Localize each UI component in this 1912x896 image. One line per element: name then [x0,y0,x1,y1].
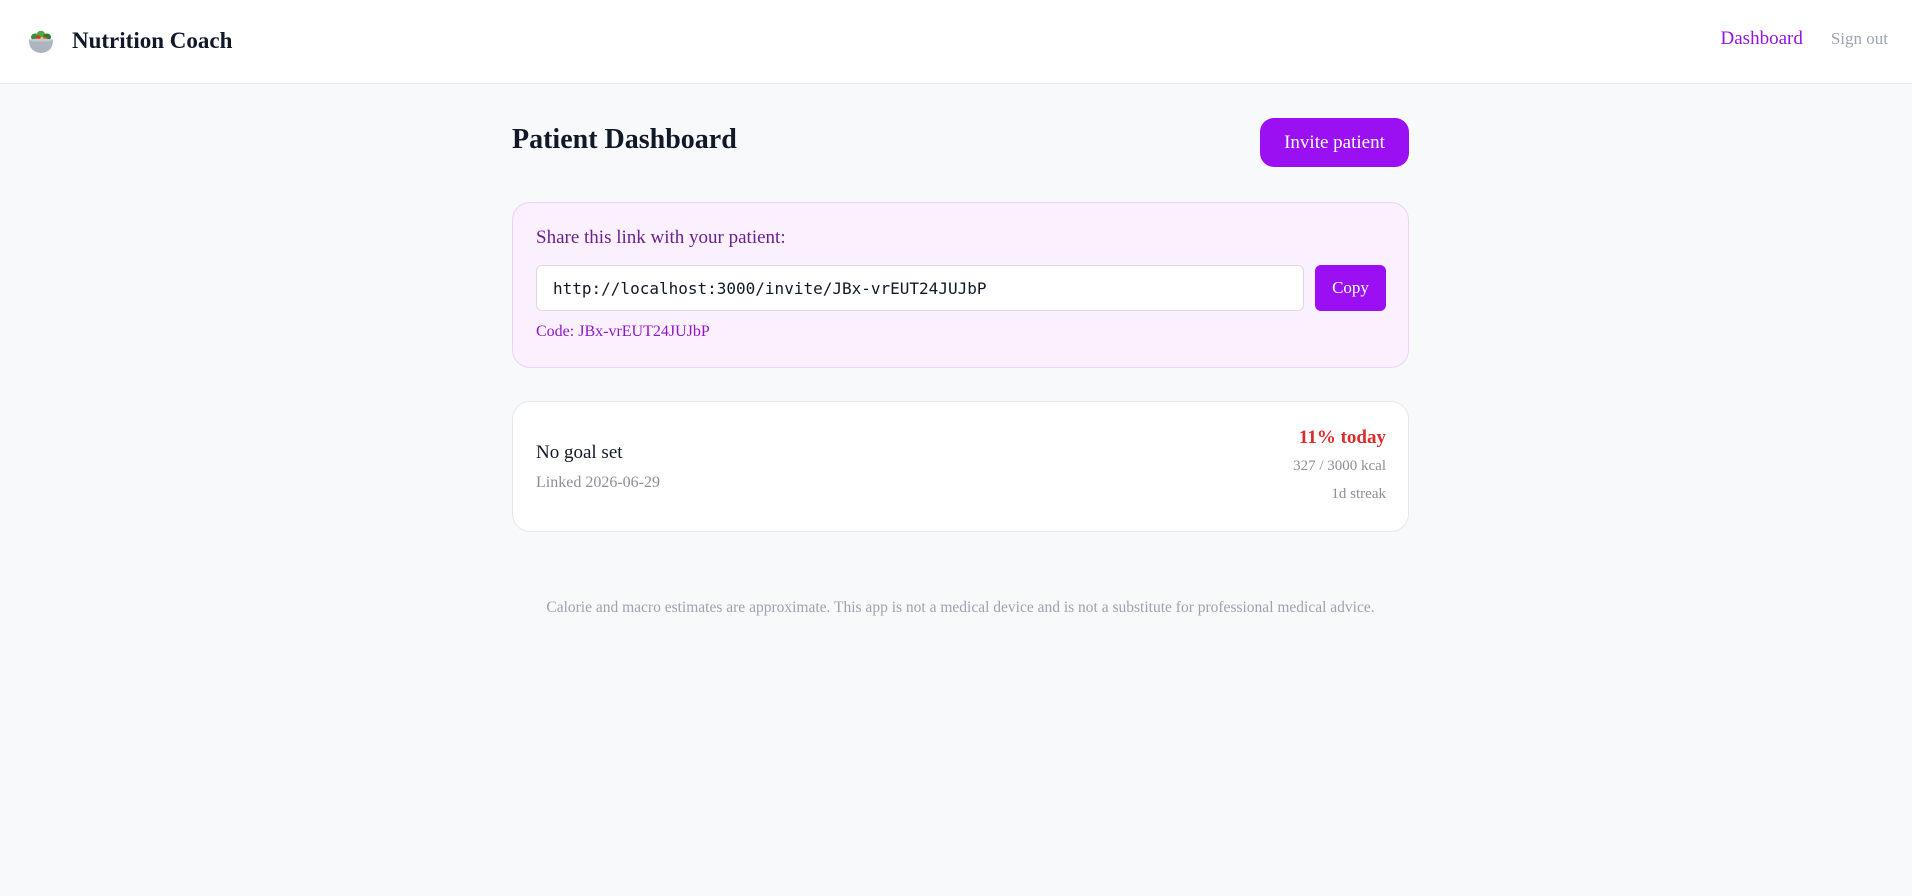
streak-count: 1d streak [1331,486,1386,502]
top-navbar: Nutrition Coach Dashboard Sign out [0,0,1912,84]
sign-out-link[interactable]: Sign out [1831,29,1888,49]
patient-linked-date: Linked 2026-06-29 [536,474,660,491]
salad-bowl-icon [28,30,54,53]
copy-button[interactable]: Copy [1315,265,1386,311]
patient-goal: No goal set [536,442,623,463]
calorie-progress: 327 / 3000 kcal [1293,458,1386,474]
invite-code: Code: JBx-vrEUT24JUJbP [536,323,710,340]
main-nav: Dashboard Sign out [1721,28,1888,50]
brand[interactable]: Nutrition Coach [26,22,232,60]
main-content: Patient Dashboard Invite patient Share t… [512,84,1409,616]
app-name: Nutrition Coach [72,28,233,53]
medical-disclaimer: Calorie and macro estimates are approxim… [546,599,1375,616]
nav-dashboard-link[interactable]: Dashboard [1721,28,1803,50]
title-row: Patient Dashboard Invite patient [512,84,1409,204]
share-link-label: Share this link with your patient: [536,227,786,248]
share-link-card: Share this link with your patient: Copy … [512,202,1409,368]
page-title: Patient Dashboard [512,124,737,155]
patient-card[interactable]: No goal set Linked 2026-06-29 11% today … [512,401,1409,532]
invite-link-input[interactable] [536,265,1304,311]
percent-today: 11% today [1298,427,1386,448]
invite-patient-button[interactable]: Invite patient [1260,118,1409,167]
